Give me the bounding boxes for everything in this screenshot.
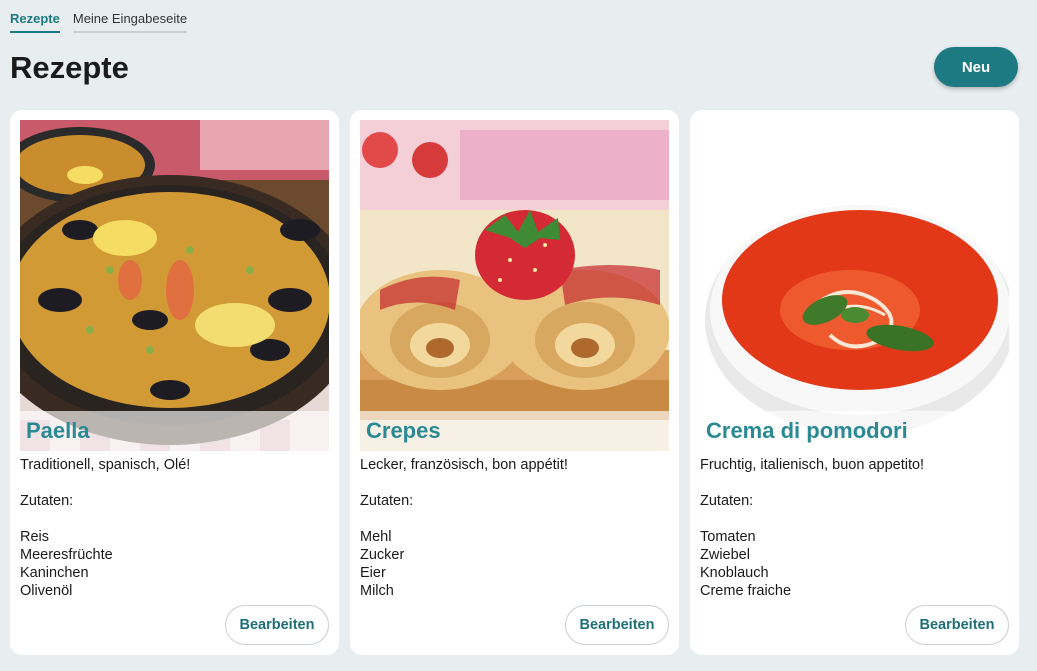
crepes-photo (360, 120, 669, 451)
ingredient-item: Olivenöl (20, 583, 73, 599)
recipe-title: Crepes (360, 411, 669, 451)
ingredient-item: Kaninchen (20, 565, 89, 581)
ingredients-label: Zutaten: (20, 493, 74, 509)
ingredients-label: Zutaten: (360, 493, 414, 509)
recipe-card: Paella Traditionell, spanisch, Olé! Zuta… (10, 110, 339, 655)
recipe-image-crepes: Crepes (360, 120, 669, 451)
recipe-title: Paella (20, 411, 329, 451)
recipe-card: Crepes Lecker, französisch, bon appétit!… (350, 110, 679, 655)
ingredient-item: Zwiebel (700, 547, 750, 563)
recipe-description: Lecker, französisch, bon appétit! (360, 457, 568, 473)
page-title: Rezepte (10, 50, 129, 85)
ingredients-list: Reis Meeresfrüchte Kaninchen Olivenöl (20, 528, 329, 600)
edit-button[interactable]: Bearbeiten (225, 605, 329, 645)
recipe-title: Crema di pomodori (700, 411, 1009, 451)
ingredient-item: Meeresfrüchte (20, 547, 113, 563)
recipe-card: Crema di pomodori Fruchtig, italienisch,… (690, 110, 1019, 655)
ingredient-item: Zucker (360, 547, 405, 563)
tab-bar: Rezepte Meine Eingabeseite (10, 8, 188, 33)
recipe-card-list: Paella Traditionell, spanisch, Olé! Zuta… (10, 110, 1019, 655)
ingredient-item: Knoblauch (700, 565, 769, 581)
tomato-soup-photo (700, 120, 1009, 451)
paella-photo (20, 120, 329, 451)
recipe-description: Traditionell, spanisch, Olé! (20, 457, 191, 473)
ingredient-item: Tomaten (700, 529, 756, 545)
recipe-description: Fruchtig, italienisch, buon appetito! (700, 457, 925, 473)
recipe-image-crema-di-pomodori: Crema di pomodori (700, 120, 1009, 451)
ingredient-item: Creme fraiche (700, 583, 792, 599)
new-recipe-button[interactable]: Neu (934, 47, 1018, 87)
ingredients-list: Mehl Zucker Eier Milch (360, 528, 669, 600)
recipe-image-paella: Paella (20, 120, 329, 451)
edit-button[interactable]: Bearbeiten (565, 605, 669, 645)
ingredients-label: Zutaten: (700, 493, 754, 509)
ingredients-list: Tomaten Zwiebel Knoblauch Creme fraiche (700, 528, 1009, 600)
ingredient-item: Mehl (360, 529, 392, 545)
ingredient-item: Reis (20, 529, 50, 545)
ingredient-item: Milch (360, 583, 394, 599)
ingredient-item: Eier (360, 565, 386, 581)
tab-rezepte[interactable]: Rezepte (10, 8, 60, 33)
edit-button[interactable]: Bearbeiten (905, 605, 1009, 645)
tab-meine-eingabeseite[interactable]: Meine Eingabeseite (72, 8, 188, 33)
